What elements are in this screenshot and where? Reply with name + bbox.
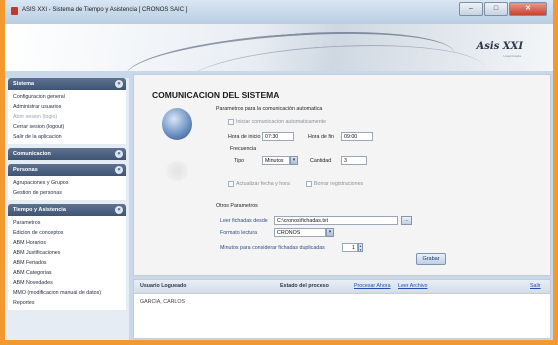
auto-section-label: Parametros para la comunicación automati… [216, 106, 323, 112]
sidebar-item-parametros[interactable]: Parametros [8, 218, 126, 228]
globe-network-icon [162, 108, 192, 140]
end-time-input[interactable]: 09:00 [341, 132, 373, 141]
header-banner: Asis XXI Linea horaria [5, 24, 553, 71]
sidebar-item-agrupaciones[interactable]: Agrupaciones y Grupos [8, 178, 126, 188]
page-title: COMUNICACION DEL SISTEMA [152, 90, 280, 100]
format-select[interactable]: CRONOS [274, 228, 326, 237]
chevron-down-icon[interactable]: ▾ [326, 228, 334, 237]
sidebar-item-reportes[interactable]: Reportes [8, 298, 126, 308]
minimize-button[interactable]: – [459, 2, 483, 16]
sidebar-item-horarios[interactable]: ABM Horarios [8, 238, 126, 248]
update-datetime-label: Actualizar fecha y hora [236, 181, 290, 187]
sidebar-group-body: Parametros Edicion de conceptos ABM Hora… [8, 216, 126, 310]
browse-button[interactable]: ... [401, 216, 412, 225]
user-header: Usuario Logueado [140, 283, 187, 289]
collapse-icon[interactable]: « [115, 80, 123, 88]
quantity-input[interactable]: 3 [341, 156, 367, 165]
collapse-icon[interactable]: « [115, 150, 123, 158]
sidebar-group-comunicacion[interactable]: Comunicacion « [8, 148, 126, 160]
sidebar-item-justificaciones[interactable]: ABM Justificaciones [8, 248, 126, 258]
sidebar-group-body: Agrupaciones y Grupos Gestion de persona… [8, 176, 126, 200]
process-header: Estado del proceso [280, 283, 329, 289]
sidebar-group-body: Configuracion general Administrar usuari… [8, 90, 126, 144]
start-time-label: Hora de inicio [228, 134, 261, 140]
app-icon [11, 7, 18, 15]
brand-logo: Asis XXI [476, 41, 524, 52]
exit-link[interactable]: Salir [530, 283, 541, 289]
sidebar-group-title: Personas [13, 167, 38, 173]
close-button[interactable]: ✕ [509, 2, 547, 16]
window-title: ASIS XXI - Sistema de Tiempo y Asistenci… [22, 7, 188, 13]
type-select[interactable]: Minutos [262, 156, 290, 165]
delete-records-label: Borrar registraciones [314, 181, 364, 187]
delete-records-checkbox[interactable] [306, 181, 312, 187]
globe-reflection [166, 161, 188, 181]
sidebar-item-login: Abrir sesion (login) [13, 114, 58, 120]
sidebar-item-salir[interactable]: Salir de la aplicacion [8, 132, 126, 142]
sidebar-group-personas[interactable]: Personas « [8, 164, 126, 176]
title-bar[interactable]: ASIS XXI - Sistema de Tiempo y Asistenci… [5, 0, 553, 25]
sidebar-group-sistema[interactable]: Sistema « [8, 78, 126, 90]
update-datetime-checkbox[interactable] [228, 181, 234, 187]
chevron-down-icon[interactable]: ▾ [290, 156, 298, 165]
sidebar-item-configuracion[interactable]: Configuracion general [8, 92, 126, 102]
auto-start-label: Iniciar comunicacion automaticamente [236, 119, 327, 125]
auto-start-checkbox[interactable] [228, 119, 234, 125]
brand-tagline: Linea horaria [503, 54, 521, 58]
format-label: Formato lectura [220, 230, 258, 236]
stepper-icon[interactable]: ▴ ▾ [358, 243, 363, 252]
save-button[interactable]: Grabar [416, 253, 446, 265]
read-file-link[interactable]: Leer Archivo [398, 283, 427, 289]
window-controls: – □ ✕ [459, 2, 547, 16]
quantity-label: Cantidad [310, 158, 332, 164]
main-panel: COMUNICACION DEL SISTEMA Parametros para… [133, 74, 551, 276]
sidebar-item-conceptos[interactable]: Edicion de conceptos [8, 228, 126, 238]
collapse-icon[interactable]: « [115, 166, 123, 174]
sidebar-item-feriados[interactable]: ABM Feriados [8, 258, 126, 268]
start-time-input[interactable]: 07:30 [262, 132, 294, 141]
read-from-label: Leer fichadas desde [220, 218, 268, 224]
collapse-icon[interactable]: « [115, 206, 123, 214]
type-label: Tipo [234, 158, 245, 164]
app-window: ASIS XXI - Sistema de Tiempo y Asistenci… [0, 0, 558, 345]
sidebar-item-personas[interactable]: Gestion de personas [8, 188, 126, 198]
status-panel: Usuario Logueado Estado del proceso Proc… [133, 279, 551, 339]
sidebar-item-usuarios[interactable]: Administrar usuarios [8, 102, 126, 112]
maximize-button[interactable]: □ [484, 2, 508, 16]
sidebar-item-categorias[interactable]: ABM Categorias [8, 268, 126, 278]
end-time-label: Hora de fin [308, 134, 334, 140]
other-section-label: Otros Parametros [216, 203, 258, 209]
read-from-input[interactable]: C:\cronos\fichadas.txt [274, 216, 398, 225]
sidebar-group-title: Comunicacion [13, 151, 51, 157]
sidebar-group-title: Tiempo y Asistencia [13, 207, 66, 213]
sidebar-group-title: Sistema [13, 81, 35, 87]
process-now-link[interactable]: Procesar Ahora [354, 283, 391, 289]
duplicate-minutes-label: Minutos para considerar fichadas duplica… [220, 245, 325, 251]
sidebar-group-tiempo[interactable]: Tiempo y Asistencia « [8, 204, 126, 216]
sidebar-item-mmo[interactable]: MMO (modificacion manual de datos) [8, 288, 126, 298]
sidebar: Sistema « Configuracion general Administ… [5, 78, 129, 340]
frequency-label: Frecuencia [230, 146, 257, 152]
logged-user-value: GARCIA, CARLOS [140, 299, 186, 305]
sidebar-item-novedades[interactable]: ABM Novedades [8, 278, 126, 288]
sidebar-item-logout[interactable]: Cerrar sesion (logout) [8, 122, 126, 132]
status-header: Usuario Logueado Estado del proceso Proc… [134, 280, 550, 294]
duplicate-minutes-input[interactable]: 1 [342, 243, 358, 252]
